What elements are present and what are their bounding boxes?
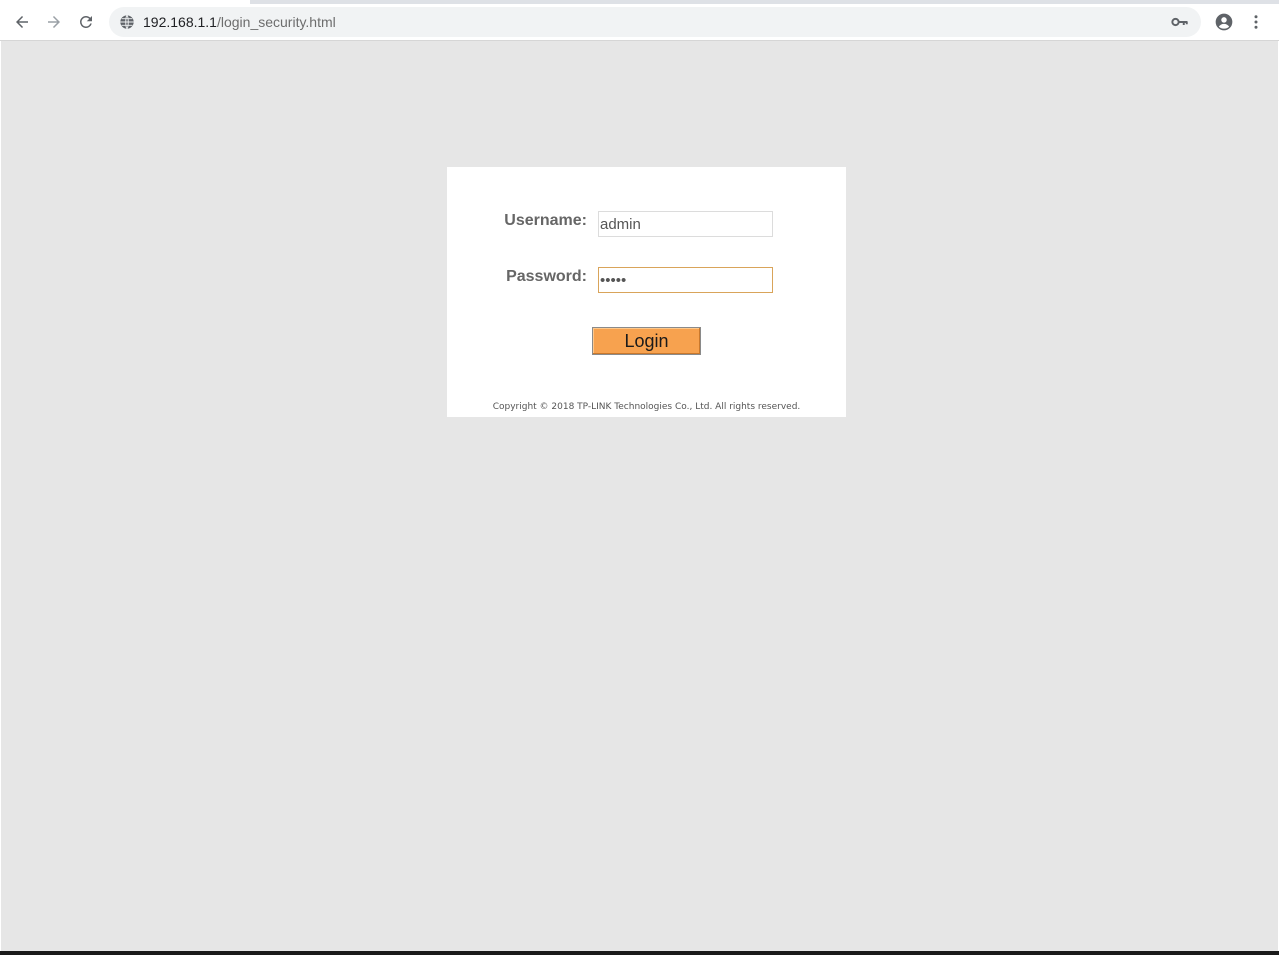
password-label: Password:: [506, 268, 587, 285]
forward-button[interactable]: [40, 8, 68, 36]
globe-icon[interactable]: [119, 14, 135, 30]
back-button[interactable]: [8, 8, 36, 36]
browser-menu-button[interactable]: [1242, 8, 1270, 36]
back-arrow-icon: [16, 16, 28, 28]
username-label: Username:: [504, 212, 587, 229]
reload-button[interactable]: [72, 8, 100, 36]
password-input[interactable]: [598, 267, 773, 293]
key-icon[interactable]: [1171, 14, 1189, 30]
url-path: /login_security.html: [216, 14, 336, 30]
profile-button[interactable]: [1210, 8, 1238, 36]
address-bar[interactable]: 192.168.1.1/login_security.html: [109, 7, 1201, 37]
login-button[interactable]: Login: [592, 327, 701, 355]
account-circle-icon: [1215, 13, 1233, 31]
browser-toolbar: 192.168.1.1/login_security.html: [0, 4, 1279, 41]
url-host: 192.168.1.1: [143, 14, 217, 30]
reload-icon: [79, 15, 92, 28]
forward-arrow-icon: [48, 16, 60, 28]
login-panel: Username: Password: Login Copyright © 20…: [447, 167, 846, 417]
page-viewport: Username: Password: Login Copyright © 20…: [1, 41, 1278, 951]
url-text[interactable]: 192.168.1.1/login_security.html: [143, 7, 336, 37]
window-bottom-edge: [0, 951, 1279, 955]
username-input[interactable]: [598, 211, 773, 237]
copyright-text: Copyright © 2018 TP-LINK Technologies Co…: [492, 402, 801, 412]
kebab-menu-icon: [1254, 15, 1258, 29]
